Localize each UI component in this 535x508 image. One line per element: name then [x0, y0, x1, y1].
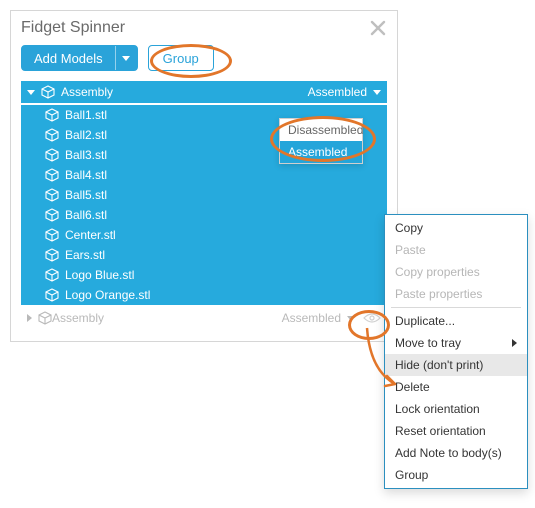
context-menu-item[interactable]: Copy	[385, 217, 527, 239]
part-icon	[45, 148, 59, 162]
part-icon	[45, 108, 59, 122]
part-icon	[45, 228, 59, 242]
tree-item[interactable]: Logo Blue.stl	[21, 265, 387, 285]
context-menu-item-label: Paste	[395, 243, 426, 257]
add-models-dropdown[interactable]	[115, 46, 137, 70]
submenu-arrow-icon	[512, 339, 517, 347]
assembly-label: Assembly	[61, 85, 113, 99]
add-models-label: Add Models	[22, 51, 115, 66]
tree-item-label: Logo Blue.stl	[65, 268, 134, 282]
part-icon	[45, 208, 59, 222]
context-menu-item: Copy properties	[385, 261, 527, 283]
assembly-icon	[38, 311, 52, 325]
context-menu-item-label: Paste properties	[395, 287, 482, 301]
state-option[interactable]: Assembled	[280, 141, 362, 163]
tree-item[interactable]: Ears.stl	[21, 245, 387, 265]
tree-item-label: Ears.stl	[65, 248, 105, 262]
tree-item[interactable]: Ball4.stl	[21, 165, 387, 185]
state-option[interactable]: Disassembled	[280, 119, 362, 141]
context-menu-item[interactable]: Group	[385, 464, 527, 486]
context-menu-item-label: Add Note to body(s)	[395, 446, 502, 460]
part-icon	[45, 128, 59, 142]
part-icon	[45, 168, 59, 182]
context-menu-item-label: Reset orientation	[395, 424, 486, 438]
panel-toolbar: Add Models Group	[21, 41, 387, 81]
model-panel: Fidget Spinner Add Models Group Assembly…	[10, 10, 398, 342]
context-menu-item[interactable]: Duplicate...	[385, 310, 527, 332]
assembly-collapsed-state[interactable]: Assembled	[282, 311, 341, 325]
tree-item[interactable]: Center.stl	[21, 225, 387, 245]
context-menu-item-label: Group	[395, 468, 428, 482]
part-icon	[45, 268, 59, 282]
context-menu-separator	[391, 307, 521, 308]
collapse-icon[interactable]	[27, 90, 35, 95]
assembly-state-dropdown-icon[interactable]	[373, 90, 381, 95]
context-menu-item-label: Duplicate...	[395, 314, 455, 328]
context-menu-item-label: Hide (don't print)	[395, 358, 483, 372]
panel-title: Fidget Spinner	[21, 19, 125, 37]
close-icon[interactable]	[369, 19, 387, 37]
assembly-state-label[interactable]: Assembled	[308, 85, 367, 99]
tree-item-label: Logo Orange.stl	[65, 288, 150, 302]
context-menu-item[interactable]: Delete	[385, 376, 527, 398]
group-label: Group	[163, 51, 199, 66]
tree-item-label: Ball3.stl	[65, 148, 107, 162]
visibility-eye-icon[interactable]	[363, 312, 381, 324]
panel-header: Fidget Spinner	[21, 11, 387, 41]
context-menu-item[interactable]: Hide (don't print)	[385, 354, 527, 376]
context-menu-item: Paste	[385, 239, 527, 261]
tree-item[interactable]: Ball5.stl	[21, 185, 387, 205]
context-menu-item-label: Delete	[395, 380, 430, 394]
context-menu[interactable]: Copy Paste Copy properties Paste properties…	[384, 214, 528, 489]
tree-item-label: Ball4.stl	[65, 168, 107, 182]
context-menu-item[interactable]: Reset orientation	[385, 420, 527, 442]
context-menu-item[interactable]: Move to tray	[385, 332, 527, 354]
tree-item[interactable]: Logo Orange.stl	[21, 285, 387, 305]
group-button[interactable]: Group	[148, 45, 214, 71]
tree-item-label: Ball1.stl	[65, 108, 107, 122]
assembly-icon	[41, 85, 55, 99]
tree-item-label: Ball2.stl	[65, 128, 107, 142]
context-menu-item-label: Copy properties	[395, 265, 480, 279]
context-menu-item: Paste properties	[385, 283, 527, 305]
part-icon	[45, 188, 59, 202]
tree-item-label: Center.stl	[65, 228, 116, 242]
context-menu-item[interactable]: Add Note to body(s)	[385, 442, 527, 464]
assembly-state-popover[interactable]: DisassembledAssembled	[279, 118, 363, 164]
context-menu-item-label: Move to tray	[395, 336, 461, 350]
context-menu-item-label: Lock orientation	[395, 402, 480, 416]
assembly-collapsed-label: Assembly	[52, 311, 104, 325]
assembly-collapsed-row[interactable]: Assembly Assembled	[21, 307, 387, 329]
assembly-collapsed-dropdown-icon[interactable]	[347, 316, 355, 321]
add-models-button[interactable]: Add Models	[21, 45, 138, 71]
tree-item-label: Ball5.stl	[65, 188, 107, 202]
part-icon	[45, 288, 59, 302]
tree-item[interactable]: Ball6.stl	[21, 205, 387, 225]
assembly-expanded-header[interactable]: Assembly Assembled	[21, 81, 387, 103]
context-menu-item[interactable]: Lock orientation	[385, 398, 527, 420]
part-icon	[45, 248, 59, 262]
context-menu-item-label: Copy	[395, 221, 423, 235]
expand-icon[interactable]	[27, 314, 32, 322]
tree-item-label: Ball6.stl	[65, 208, 107, 222]
